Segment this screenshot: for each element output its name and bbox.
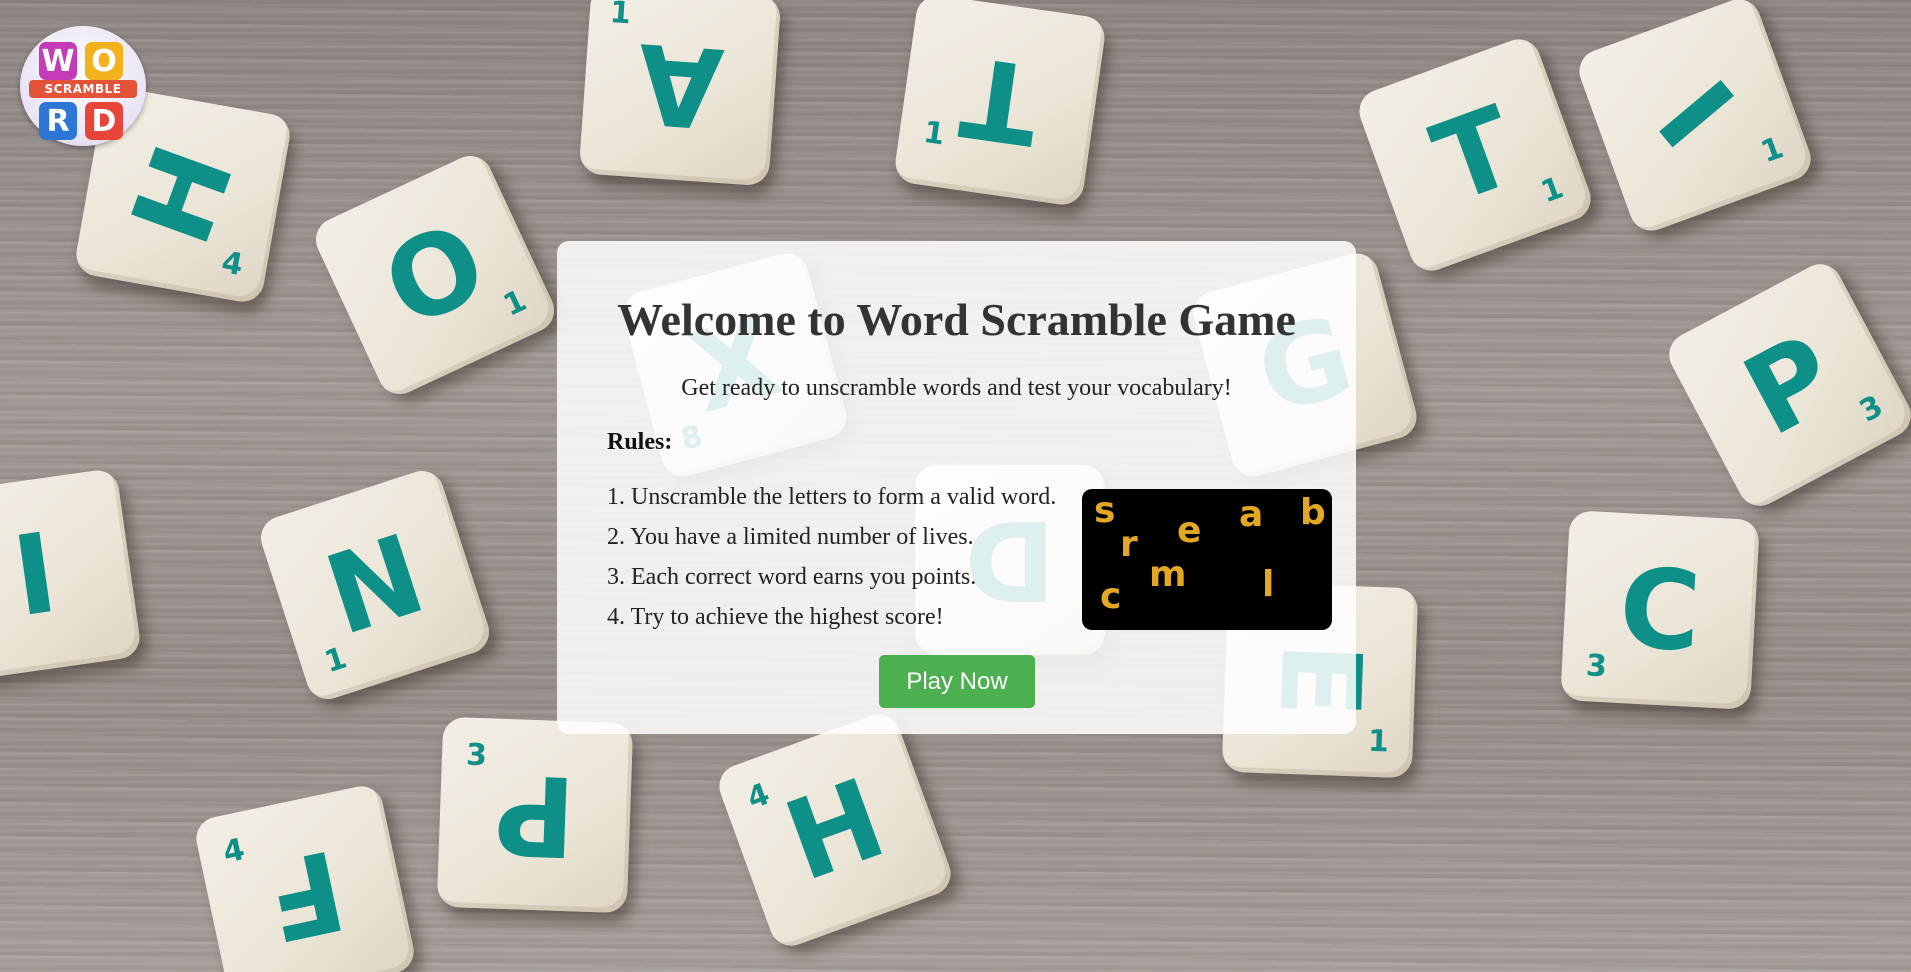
tile-letter: N [311,509,439,661]
rules-heading: Rules: [607,429,673,455]
tile-letter: I [5,508,65,642]
tile-letter: O [365,197,505,353]
scramble-letter: b [1300,492,1326,533]
logo-letter: W [39,42,77,80]
tile-letter: P [1724,309,1856,461]
background-tile: P 3 [436,716,634,914]
page-subtitle: Get ready to unscramble words and test y… [681,375,1232,401]
background-tile: T 1 [1353,33,1597,277]
background-tile: A 1 [578,0,782,187]
tile-letter: H [769,754,901,906]
tile-letter: T [1417,82,1533,228]
rule-item: 4. Try to achieve the highest score! [607,604,944,630]
background-tile: H 4 [713,708,957,952]
tile-letter: I [1632,58,1758,172]
scramble-illustration: s e a b r m l c [1082,489,1332,630]
scramble-letter: e [1177,510,1202,551]
welcome-panel: Welcome to Word Scramble Game Get ready … [557,241,1356,734]
rule-item: 1. Unscramble the letters to form a vali… [607,484,1057,510]
background-tile: I 1 [1573,0,1817,237]
scramble-letter: m [1149,554,1187,595]
tile-number: 1 [1367,723,1390,760]
play-now-button[interactable]: Play Now [879,655,1035,708]
rule-item: 3. Each correct word earns you points. [607,564,977,590]
logo-letter: R [39,102,77,140]
background-tile: O 1 [308,148,562,402]
background-tile: T 1 [892,0,1108,208]
logo-band: SCRAMBLE [29,80,137,98]
tile-letter: T [953,31,1047,169]
background-tile: I [0,467,143,683]
background-tile: F 4 [192,782,418,972]
tile-number: 3 [1585,648,1608,685]
logo-letter: O [85,42,123,80]
background-tile: C 3 [1560,510,1760,710]
background-tile: P 3 [1661,256,1911,514]
page-title: Welcome to Word Scramble Game [617,294,1296,345]
logo-letter: D [85,102,123,140]
rule-item: 2. You have a limited number of lives. [607,524,974,550]
scramble-letter: l [1262,564,1275,605]
scramble-letter: c [1100,576,1122,617]
tile-number: 1 [608,0,632,32]
word-scramble-logo: W O SCRAMBLE R D [20,26,146,146]
scramble-letter: r [1120,524,1138,565]
tile-letter: F [254,824,356,966]
background-tile: N 1 [255,465,495,705]
scramble-letter: a [1239,494,1264,535]
tile-number: 3 [465,737,488,774]
scramble-letter: s [1094,490,1116,531]
rules-list: 1. Unscramble the letters to form a vali… [607,477,1056,637]
